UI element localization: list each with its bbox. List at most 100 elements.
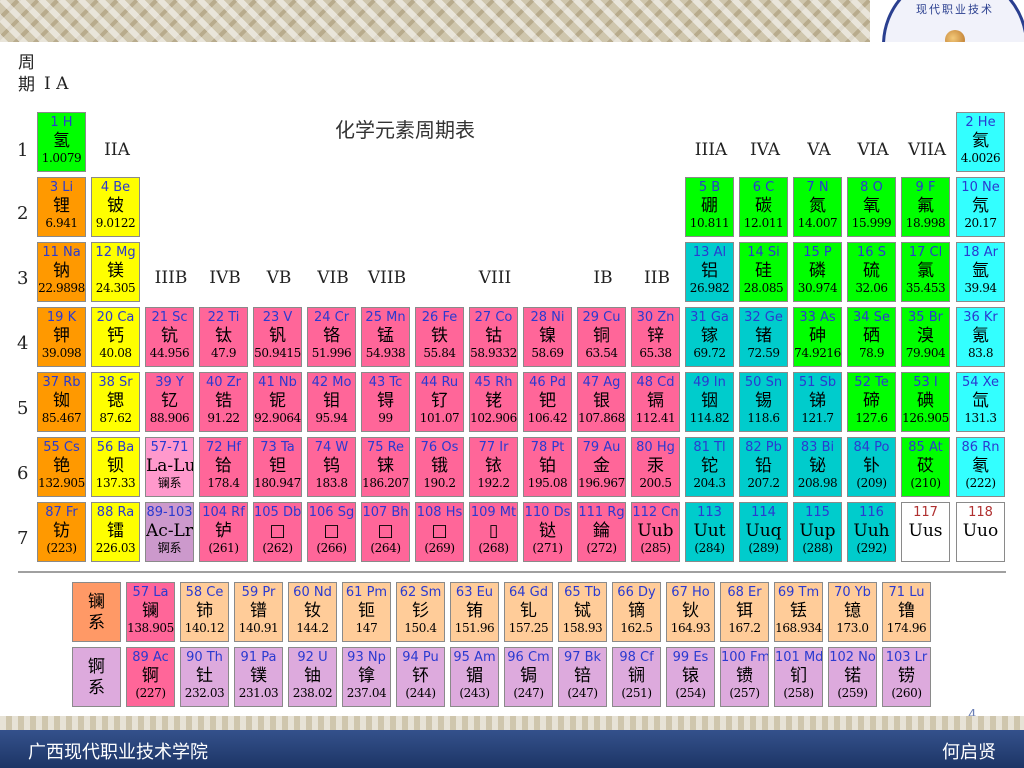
element-symbol: 80 Hg <box>636 440 675 455</box>
element-chinese-name: 铼 <box>377 456 394 476</box>
element-cell: 13 Al 铝 26.982 <box>685 242 734 302</box>
element-mass: (227) <box>135 686 166 700</box>
element-chinese-name: 镅 <box>466 666 483 686</box>
element-cell: 11 Na 钠 22.9898 <box>37 242 86 302</box>
group-label: IVA <box>749 140 781 160</box>
element-chinese-name: 锔 <box>520 666 537 686</box>
element-mass: (269) <box>424 541 455 555</box>
element-cell: 75 Re 铼 186.207 <box>361 437 410 497</box>
element-symbol: 11 Na <box>42 245 81 260</box>
element-chinese-name: 氡 <box>972 456 989 476</box>
element-mass: 18.998 <box>905 216 946 230</box>
element-cell: 12 Mg 镁 24.305 <box>91 242 140 302</box>
lanthanide-cell: 67 Ho 钬 164.93 <box>666 582 715 642</box>
element-symbol: 33 As <box>799 310 836 325</box>
element-cell: 107 Bh □ (264) <box>361 502 410 562</box>
element-cell: 34 Se 硒 78.9 <box>847 307 896 367</box>
element-mass: 121.7 <box>801 411 834 425</box>
element-symbol: 18 Ar <box>963 245 998 260</box>
lanthanide-label-text: 镧 系 <box>88 592 105 633</box>
table-title: 化学元素周期表 <box>335 118 475 142</box>
actinide-cell: 93 Np 镎 237.04 <box>342 647 391 707</box>
element-mass: 102.906 <box>470 411 517 425</box>
element-symbol: 106 Sg <box>308 505 355 520</box>
element-symbol: 4 Be <box>100 180 131 195</box>
element-mass: 30.974 <box>797 281 838 295</box>
element-chinese-name: 铅 <box>755 456 772 476</box>
element-chinese-name: 铝 <box>701 261 718 281</box>
element-symbol: 38 Sr <box>98 375 133 390</box>
element-symbol: 74 W <box>314 440 349 455</box>
element-chinese-name: Uuo <box>962 521 999 541</box>
actinide-cell: 95 Am 镅 (243) <box>450 647 499 707</box>
element-symbol: 77 Ir <box>478 440 509 455</box>
element-chinese-name: 砷 <box>809 326 826 346</box>
period-number: 7 <box>17 528 29 549</box>
element-symbol: 93 Np <box>347 650 386 665</box>
element-chinese-name: 氮 <box>809 196 826 216</box>
element-symbol: 71 Lu <box>888 585 925 600</box>
element-chinese-name: 𫟼 <box>539 521 556 541</box>
element-symbol: 30 Zn <box>636 310 675 325</box>
element-symbol: 111 Rg <box>578 505 625 520</box>
element-mass: 178.4 <box>207 476 240 490</box>
period-number: 6 <box>17 463 29 484</box>
element-cell: 48 Cd 镉 112.41 <box>631 372 680 432</box>
actinide-cell: 94 Pu 钚 (244) <box>396 647 445 707</box>
element-chinese-name: 铂 <box>539 456 556 476</box>
element-symbol: 114 <box>751 505 776 520</box>
actinide-cell: 100 Fm 镄 (257) <box>720 647 769 707</box>
element-symbol: 102 No <box>829 650 876 665</box>
element-mass: 47.9 <box>210 346 237 360</box>
element-mass: 10.811 <box>689 216 730 230</box>
element-symbol: 79 Au <box>582 440 621 455</box>
element-mass: 137.33 <box>95 476 136 490</box>
element-cell: 6 C 碳 12.011 <box>739 177 788 237</box>
element-cell: 88 Ra 镭 226.03 <box>91 502 140 562</box>
element-chinese-name: 钙 <box>107 326 124 346</box>
element-cell: 14 Si 硅 28.085 <box>739 242 788 302</box>
element-mass: 112.41 <box>635 411 676 425</box>
element-symbol: 69 Tm <box>777 585 820 600</box>
element-mass: 35.453 <box>905 281 946 295</box>
element-mass: (251) <box>621 686 652 700</box>
element-cell: 56 Ba 钡 137.33 <box>91 437 140 497</box>
element-mass: (289) <box>748 541 779 555</box>
element-chinese-name: 钨 <box>323 456 340 476</box>
element-chinese-name: Ac-Lr <box>146 521 193 541</box>
element-cell: 40 Zr 锆 91.22 <box>199 372 248 432</box>
element-chinese-name: 铷 <box>53 391 70 411</box>
element-chinese-name: 钋 <box>863 456 880 476</box>
element-symbol: 21 Sc <box>151 310 188 325</box>
element-chinese-name: 溴 <box>917 326 934 346</box>
element-mass: 174.96 <box>886 621 927 635</box>
element-symbol: 8 O <box>860 180 883 195</box>
element-cell: 18 Ar 氩 39.94 <box>956 242 1005 302</box>
element-mass: 231.03 <box>238 686 279 700</box>
element-symbol: 100 Fm <box>721 650 769 665</box>
actinide-cell: 101 Md 钔 (258) <box>774 647 823 707</box>
period-number: 3 <box>17 268 29 289</box>
period-number: 5 <box>17 398 29 419</box>
lanthanide-cell: 68 Er 铒 167.2 <box>720 582 769 642</box>
lanthanide-series-label: 镧 系 <box>72 582 121 642</box>
element-cell: 21 Sc 钪 44.956 <box>145 307 194 367</box>
element-symbol: 67 Ho <box>671 585 710 600</box>
lanthanide-cell: 65 Tb 铽 158.93 <box>558 582 607 642</box>
element-symbol: 89 Ac <box>132 650 169 665</box>
element-chinese-name: 镭 <box>107 521 124 541</box>
element-cell: 38 Sr 锶 87.62 <box>91 372 140 432</box>
element-chinese-name: 钷 <box>358 601 375 621</box>
element-symbol: 14 Si <box>747 245 780 260</box>
element-mass: 131.3 <box>964 411 997 425</box>
element-cell: 35 Br 溴 79.904 <box>901 307 950 367</box>
element-cell: 8 O 氧 15.999 <box>847 177 896 237</box>
lanthanide-cell: 70 Yb 镱 173.0 <box>828 582 877 642</box>
element-symbol: 37 Rb <box>42 375 81 390</box>
element-cell: 81 Tl 铊 204.3 <box>685 437 734 497</box>
element-mass: 147 <box>355 621 378 635</box>
element-chinese-name: 钍 <box>196 666 213 686</box>
element-mass: (260) <box>891 686 922 700</box>
element-symbol: 70 Yb <box>834 585 871 600</box>
element-mass: 118.6 <box>747 411 780 425</box>
